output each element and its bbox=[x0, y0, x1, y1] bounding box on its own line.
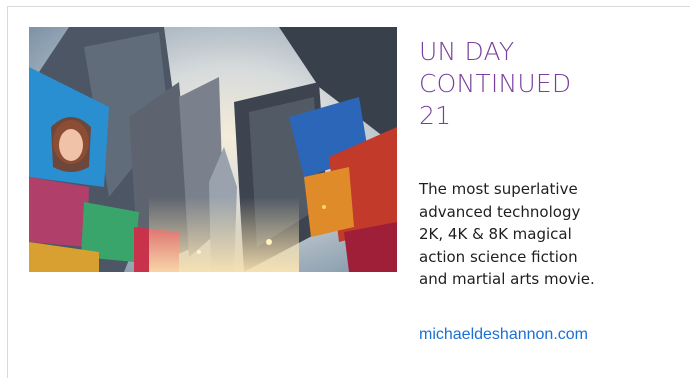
title-line-1: UN DAY bbox=[419, 37, 515, 66]
city-illustration bbox=[29, 27, 397, 272]
title-line-3: 21 bbox=[419, 101, 452, 130]
description-line-1: The most superlative bbox=[419, 180, 578, 198]
card-title: UN DAY CONTINUED 21 bbox=[419, 36, 669, 132]
description-line-2: advanced technology bbox=[419, 202, 581, 221]
times-square-photo[interactable] bbox=[29, 27, 397, 272]
description-line-5: and martial arts movie. bbox=[419, 270, 595, 288]
title-line-2: CONTINUED bbox=[419, 69, 572, 98]
website-link[interactable]: michaeldeshannon.com bbox=[419, 326, 588, 344]
description-line-4: action science fiction bbox=[419, 247, 578, 266]
description-line-3: 2K, 4K & 8K magical bbox=[419, 225, 572, 243]
card-description: The most superlative advanced technology… bbox=[419, 178, 649, 291]
